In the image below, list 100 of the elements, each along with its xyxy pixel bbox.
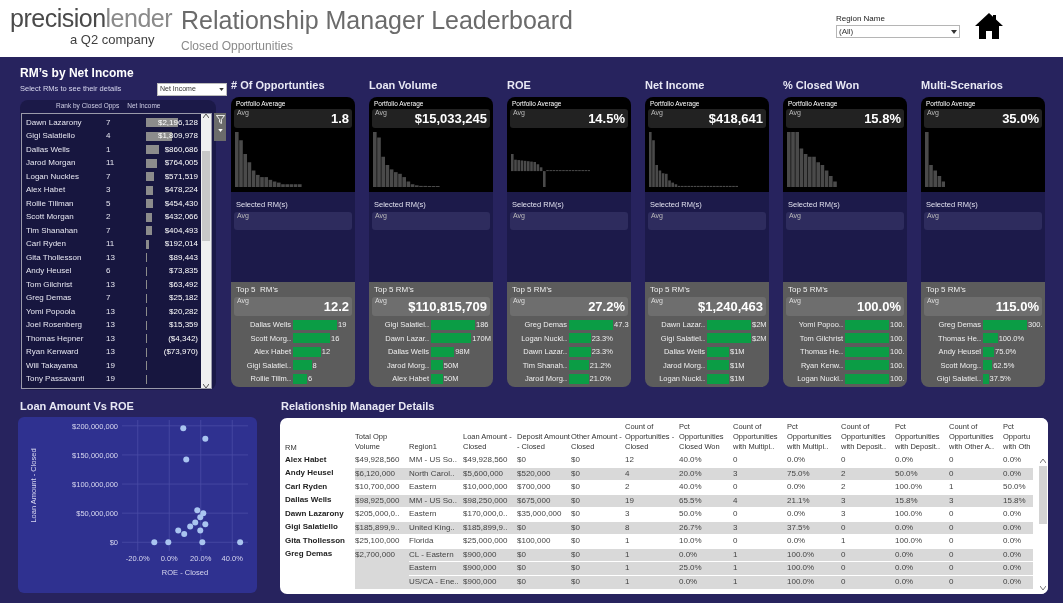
data-point[interactable] bbox=[197, 514, 204, 521]
brand-tagline: a Q2 company bbox=[70, 33, 156, 47]
table-cell: 19 bbox=[625, 494, 679, 508]
list-row[interactable]: Tim Shanahan 7 $404,493 bbox=[22, 224, 200, 238]
table-cell: CL - Eastern bbox=[409, 548, 463, 562]
chart-title: Loan Amount Vs ROE bbox=[20, 399, 135, 414]
table-cell: 20.0% bbox=[679, 467, 733, 481]
table-cell: 4 bbox=[733, 494, 787, 508]
table-cell: 0 bbox=[949, 575, 1003, 589]
list-row[interactable]: Will Takayama 19 bbox=[22, 359, 200, 373]
data-point[interactable] bbox=[175, 527, 182, 534]
list-row[interactable]: Scott Morgan 2 $432,066 bbox=[22, 210, 200, 224]
table-cell: 0 bbox=[841, 561, 895, 575]
value-bar bbox=[845, 360, 889, 371]
card-title: # Of Opportunties bbox=[231, 78, 326, 93]
data-point[interactable] bbox=[237, 539, 244, 546]
list-row[interactable]: Alex Habet 3 $478,224 bbox=[22, 183, 200, 197]
list-row[interactable]: Yomi Popoola 13 $20,282 bbox=[22, 305, 200, 319]
table-cell: 3 bbox=[949, 494, 1003, 508]
list-row[interactable]: Carl Ryden 11 $192,014 bbox=[22, 237, 200, 251]
table-cell: 50.0% bbox=[895, 467, 949, 481]
list-row[interactable]: Andy Heusel 6 $73,835 bbox=[22, 264, 200, 278]
scroll-down-icon[interactable] bbox=[1039, 586, 1046, 590]
data-point[interactable] bbox=[194, 507, 201, 514]
table-cell: $0 bbox=[571, 521, 625, 535]
data-point[interactable] bbox=[202, 521, 209, 528]
value-bar bbox=[146, 239, 149, 249]
scrollbar[interactable] bbox=[201, 114, 211, 388]
scrollbar[interactable] bbox=[1037, 418, 1048, 594]
metric-value: 12.2 bbox=[323, 298, 349, 316]
data-point[interactable] bbox=[180, 425, 187, 432]
table-cell: $520,000 bbox=[517, 467, 571, 481]
data-point[interactable] bbox=[183, 456, 190, 463]
table-cell: 0.0% bbox=[1003, 521, 1033, 535]
data-point[interactable] bbox=[192, 519, 199, 526]
value-bar bbox=[983, 360, 993, 371]
list-row[interactable]: Tony Passavanti 19 bbox=[22, 372, 200, 386]
value-bar bbox=[431, 373, 443, 384]
data-point[interactable] bbox=[165, 539, 172, 546]
scrollbar-thumb[interactable] bbox=[202, 151, 210, 241]
region-dropdown[interactable]: (All) bbox=[836, 25, 960, 38]
value-bar bbox=[707, 373, 729, 384]
filter-button[interactable] bbox=[214, 113, 226, 141]
value-bar bbox=[983, 373, 989, 384]
list-row[interactable]: Ryan Kenward 13 ($73,970) bbox=[22, 345, 200, 359]
list-row[interactable]: Greg Demas 7 $25,182 bbox=[22, 291, 200, 305]
table-cell: 3 bbox=[733, 521, 787, 535]
section-label: Top 5 RM’s bbox=[925, 285, 967, 295]
value-bar bbox=[707, 333, 751, 344]
data-point[interactable] bbox=[181, 531, 188, 538]
value-bar bbox=[293, 346, 321, 357]
table-cell: $185,899,9.. bbox=[355, 521, 409, 535]
value-bar bbox=[431, 333, 472, 344]
table-cell: 1 bbox=[625, 575, 679, 589]
card-title: Loan Volume bbox=[369, 78, 439, 93]
list-row[interactable]: Jarod Morgan 11 $764,005 bbox=[22, 156, 200, 170]
list-row[interactable]: Gita Thollesson 13 $89,443 bbox=[22, 251, 200, 265]
bar-sparkline bbox=[925, 132, 946, 187]
list-row[interactable]: Tom Gilchrist 13 $63,492 bbox=[22, 278, 200, 292]
rm-name: Dawn Lazarony bbox=[285, 507, 355, 521]
table-cell: $6,120,000 bbox=[355, 467, 409, 481]
data-point[interactable] bbox=[197, 527, 204, 534]
rm-name: Greg Demas bbox=[285, 548, 355, 562]
value-bar bbox=[569, 333, 591, 344]
table-cell: 4 bbox=[625, 467, 679, 481]
list-row[interactable]: Joel Rosenberg 13 $15,359 bbox=[22, 318, 200, 332]
scrollbar-thumb[interactable] bbox=[1038, 466, 1047, 524]
table-cell: 100.0% bbox=[787, 575, 841, 589]
value-bar bbox=[293, 319, 337, 330]
data-point[interactable] bbox=[151, 539, 158, 546]
value-bar bbox=[431, 346, 455, 357]
list-row[interactable]: Dawn Lazarony 7 $2,196,128 bbox=[22, 116, 200, 130]
caret-icon bbox=[217, 129, 223, 132]
scroll-up-icon[interactable] bbox=[1039, 459, 1046, 463]
list-row[interactable]: Thomas Hepner 13 ($4,342) bbox=[22, 332, 200, 346]
list-row[interactable]: Logan Nuckles 7 $571,519 bbox=[22, 170, 200, 184]
value-bar bbox=[293, 373, 307, 384]
table-cell: 25.0% bbox=[679, 561, 733, 575]
table-cell: 1 bbox=[733, 548, 787, 562]
scroll-up-icon[interactable] bbox=[203, 114, 209, 118]
bar-sparkline bbox=[235, 132, 302, 187]
table-cell: $900,000 bbox=[463, 561, 517, 575]
table-cell: 0 bbox=[949, 467, 1003, 481]
metric-value: $418,641 bbox=[708, 110, 763, 128]
table-cell: $0 bbox=[517, 575, 571, 589]
table-cell: $0 bbox=[571, 548, 625, 562]
scroll-down-icon[interactable] bbox=[203, 384, 209, 388]
data-point[interactable] bbox=[202, 435, 209, 442]
table-cell: $98,925,000 bbox=[355, 494, 409, 508]
list-row[interactable]: Gigi Salatiello 4 $1,809,978 bbox=[22, 129, 200, 143]
list-row[interactable]: Rollie Tillman 5 $454,430 bbox=[22, 197, 200, 211]
metric-value: 100.0% bbox=[856, 298, 901, 316]
table-cell: 0.0% bbox=[895, 575, 949, 589]
data-point[interactable] bbox=[187, 523, 194, 530]
rm-name: Carl Ryden bbox=[285, 480, 355, 494]
home-icon[interactable] bbox=[974, 12, 1004, 40]
data-point[interactable] bbox=[199, 539, 206, 546]
card-title: Multi-Scenarios bbox=[921, 78, 1004, 93]
list-row[interactable]: Dallas Wells 1 $860,686 bbox=[22, 143, 200, 157]
data-point[interactable] bbox=[200, 510, 207, 517]
